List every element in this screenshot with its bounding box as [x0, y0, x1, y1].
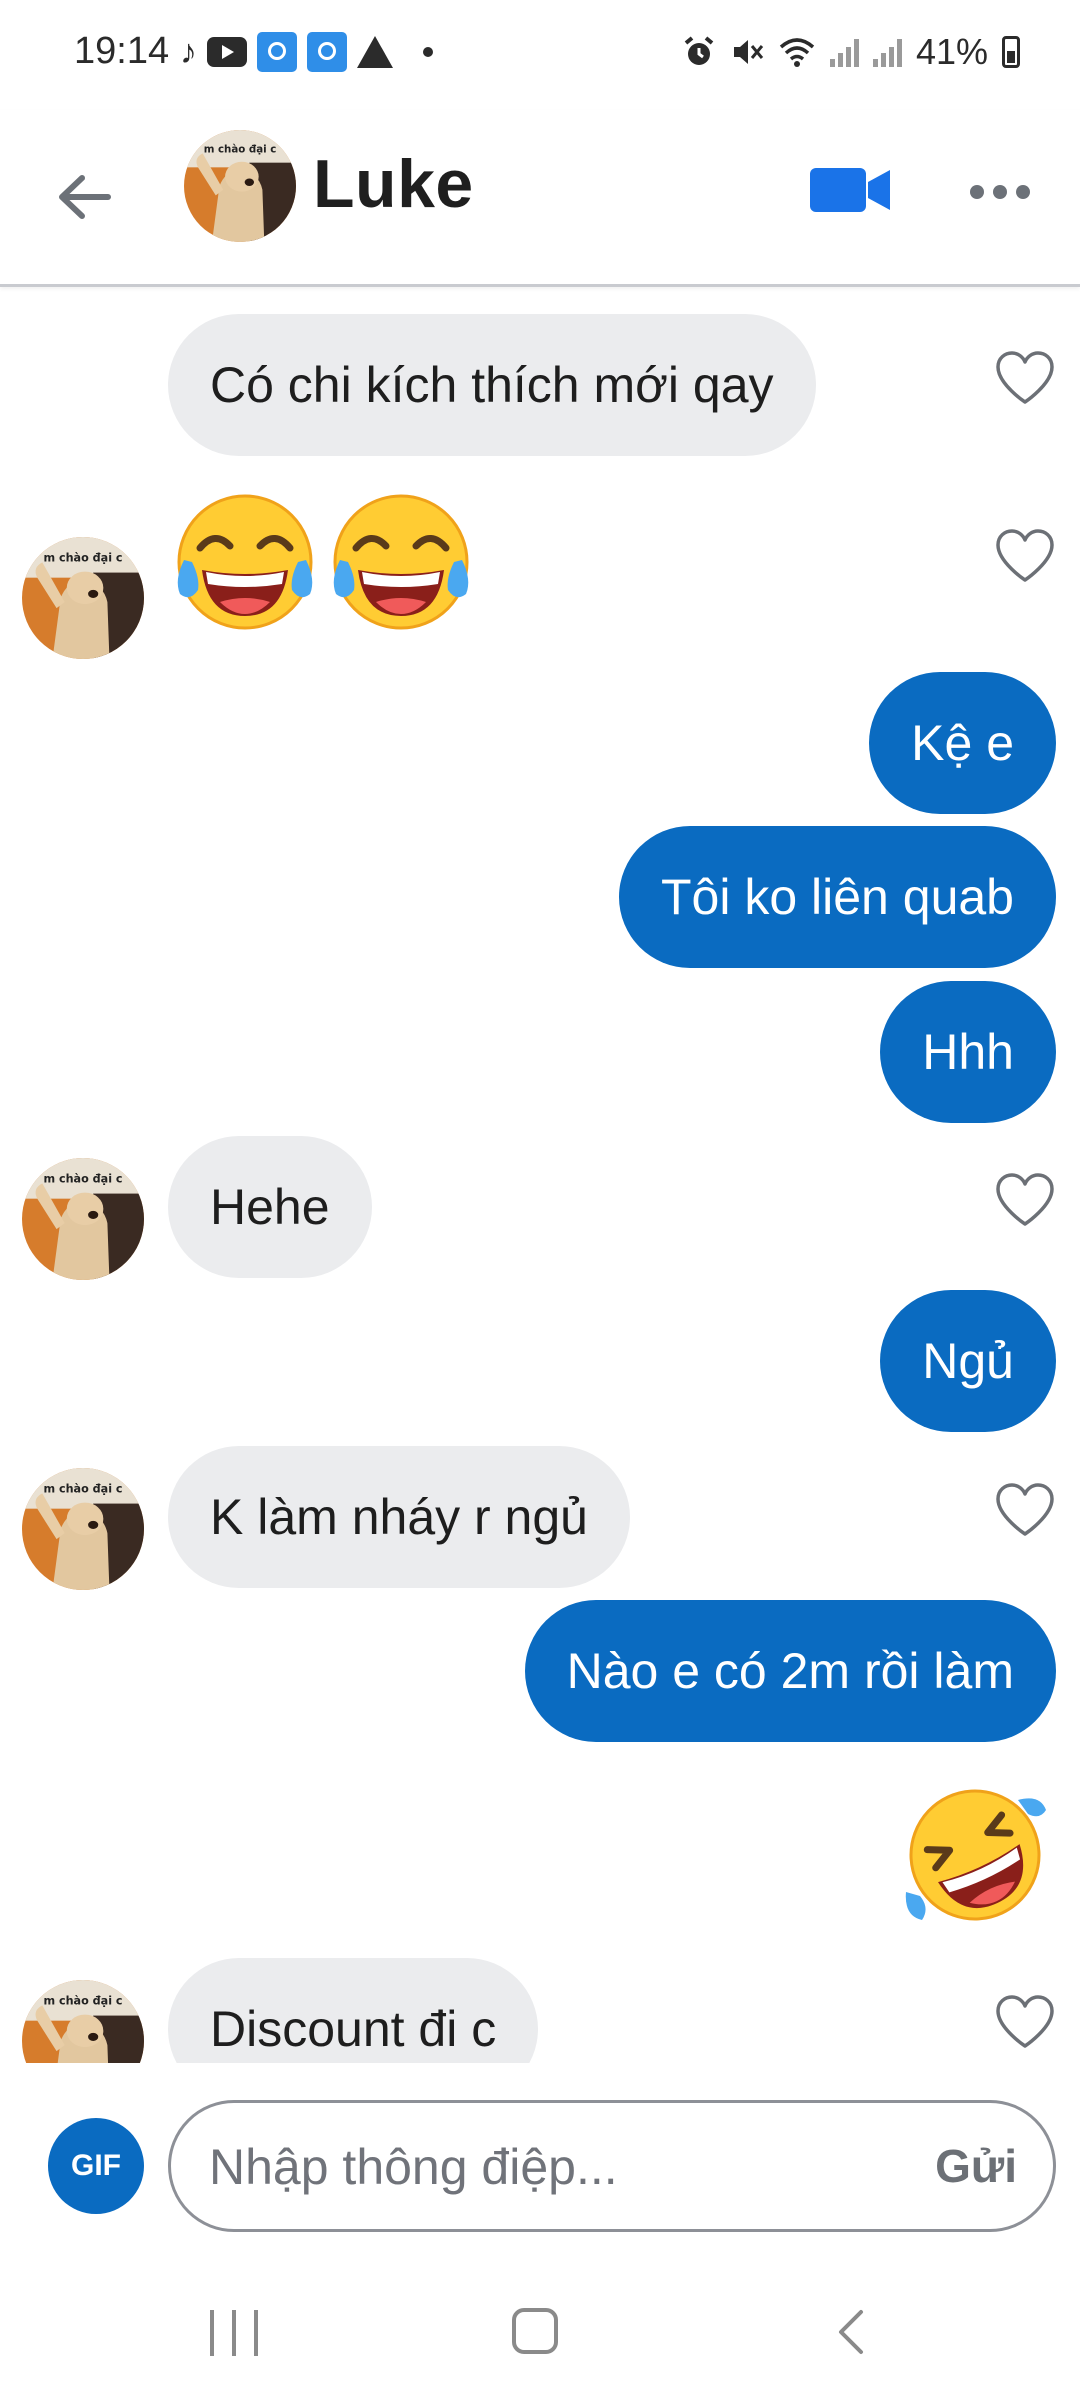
- incoming-message[interactable]: Có chi kích thích mới qay: [168, 314, 816, 456]
- message-input-container: Gửi: [168, 2100, 1056, 2232]
- message-input[interactable]: [207, 2103, 891, 2231]
- gif-button[interactable]: GIF: [48, 2118, 144, 2214]
- video-call-icon[interactable]: [810, 162, 892, 218]
- recent-apps-icon[interactable]: [210, 2310, 258, 2356]
- notification-icon: [257, 32, 297, 72]
- chat-header: Luke: [0, 110, 1080, 287]
- heart-icon[interactable]: [994, 528, 1056, 584]
- heart-icon[interactable]: [994, 1172, 1056, 1228]
- system-icons: 41%: [682, 30, 1020, 74]
- contact-avatar[interactable]: [22, 537, 144, 659]
- home-icon[interactable]: [512, 2308, 558, 2354]
- arrow-left-icon[interactable]: [50, 162, 120, 232]
- wifi-icon: [779, 38, 815, 67]
- send-button[interactable]: Gửi: [935, 2139, 1017, 2193]
- mute-icon: [733, 40, 764, 64]
- face-with-tears-of-joy-icon[interactable]: [326, 490, 476, 640]
- notification-icons: ♪: [180, 30, 433, 74]
- back-icon[interactable]: [825, 2304, 881, 2360]
- status-time: 19:14: [74, 30, 170, 72]
- alarm-icon: [684, 36, 714, 65]
- outgoing-message[interactable]: Hhh: [880, 981, 1056, 1123]
- outgoing-message[interactable]: Tôi ko liên quab: [618, 826, 1056, 968]
- heart-icon[interactable]: [994, 1482, 1056, 1538]
- contact-name[interactable]: Luke: [313, 145, 474, 223]
- signal-icon: [829, 37, 859, 67]
- battery-percent: 41%: [915, 31, 988, 72]
- heart-icon[interactable]: [994, 350, 1056, 406]
- contact-avatar[interactable]: [22, 1158, 144, 1280]
- dot-icon: [423, 47, 433, 57]
- face-with-tears-of-joy-icon[interactable]: [170, 490, 320, 640]
- tiktok-icon: ♪: [180, 33, 197, 71]
- notification-icon: [307, 32, 347, 72]
- incoming-message[interactable]: K làm nháy r ngủ: [168, 1446, 630, 1588]
- outgoing-message[interactable]: Nào e có 2m rồi làm: [524, 1600, 1056, 1742]
- rolling-on-the-floor-laughing-icon[interactable]: [900, 1780, 1050, 1930]
- contact-avatar[interactable]: [184, 130, 296, 242]
- warning-icon: [357, 36, 393, 68]
- heart-icon[interactable]: [994, 1994, 1056, 2050]
- signal-icon: [872, 37, 902, 67]
- more-dots-icon[interactable]: [970, 172, 1034, 212]
- outgoing-message[interactable]: Ngủ: [880, 1290, 1056, 1432]
- status-bar: 19:14 ♪ 41%: [0, 0, 1080, 110]
- battery-icon: [1002, 36, 1020, 68]
- incoming-message[interactable]: Hehe: [168, 1136, 372, 1278]
- contact-avatar[interactable]: [22, 1468, 144, 1590]
- navigation-bar: [0, 2270, 1080, 2400]
- outgoing-message[interactable]: Kệ e: [869, 672, 1056, 814]
- youtube-icon: [207, 37, 247, 67]
